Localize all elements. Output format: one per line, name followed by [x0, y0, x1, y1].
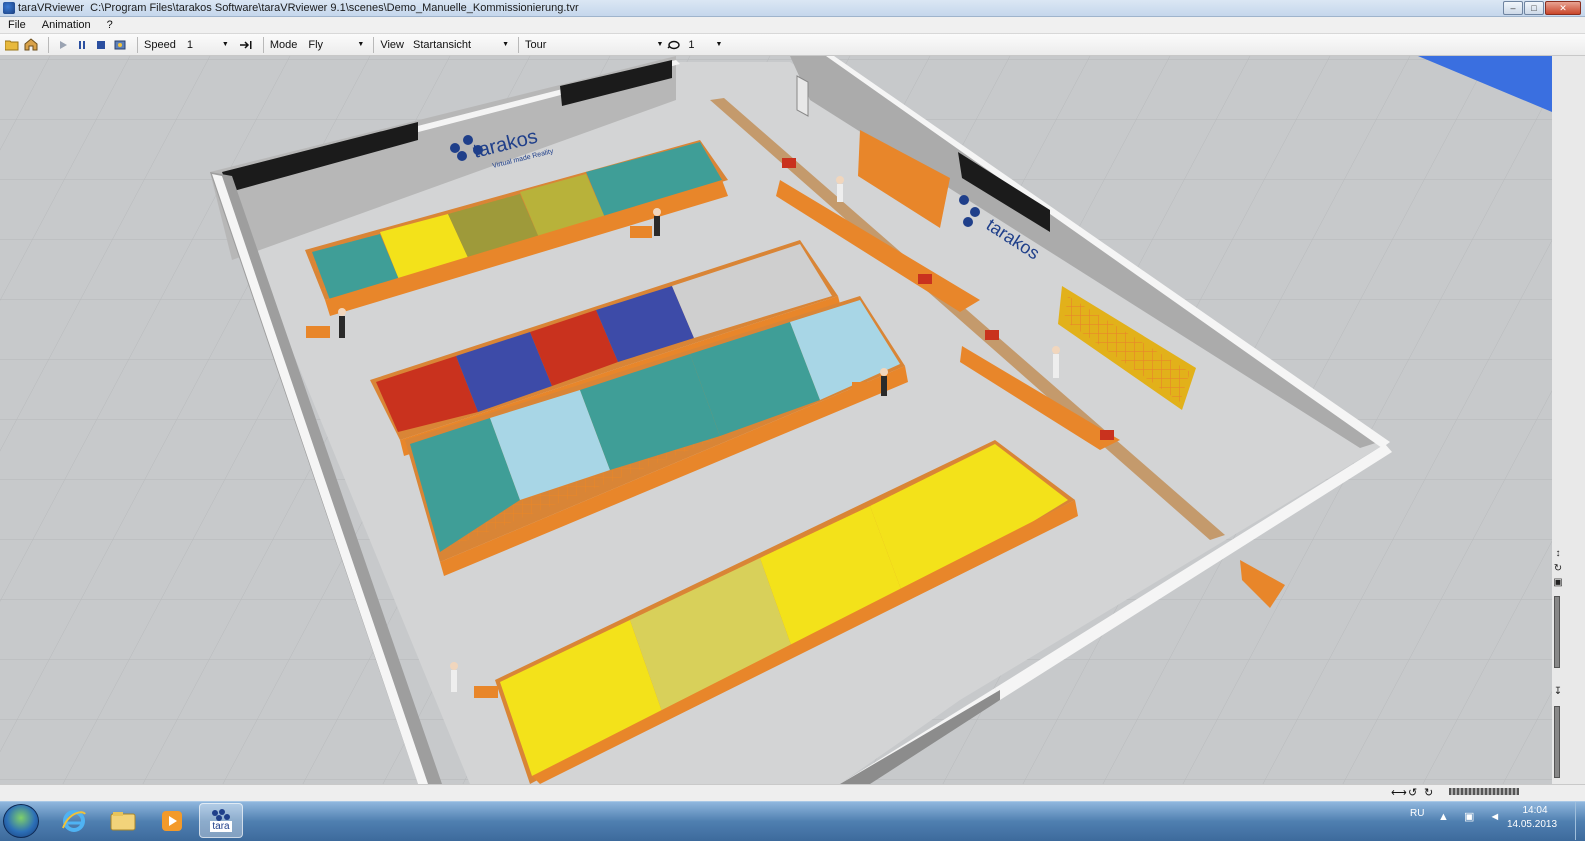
- chevron-down-icon: ▼: [715, 41, 723, 48]
- pick-cart: [630, 226, 652, 238]
- chevron-down-icon: ▼: [656, 41, 664, 48]
- mode-value: Fly: [308, 38, 324, 51]
- pick-cart: [306, 326, 330, 338]
- menu-animation[interactable]: Animation: [34, 19, 99, 31]
- tour-select[interactable]: ▼: [556, 37, 666, 53]
- jump-end-icon[interactable]: [238, 37, 254, 53]
- app-icon: [3, 2, 15, 14]
- vertical-move-icon[interactable]: ↕: [1553, 548, 1563, 559]
- worker: [450, 662, 458, 692]
- rotate-left-icon[interactable]: ↺: [1408, 786, 1417, 799]
- play-icon[interactable]: [55, 37, 71, 53]
- close-button[interactable]: ✕: [1545, 1, 1581, 15]
- speed-select[interactable]: 1 ▼: [184, 37, 232, 53]
- chevron-down-icon: ▼: [221, 41, 229, 48]
- height-slider[interactable]: [1554, 706, 1560, 778]
- tara-label: tara: [210, 821, 232, 832]
- toolbar-separator: [518, 36, 519, 53]
- tote: [918, 274, 932, 284]
- pause-icon[interactable]: [74, 37, 90, 53]
- tour-label: Tour: [525, 38, 547, 51]
- start-button[interactable]: [3, 804, 39, 838]
- height-icon[interactable]: ↧: [1553, 686, 1563, 697]
- toolbar-separator: [48, 36, 49, 53]
- toolbar-separator: [137, 36, 138, 53]
- tote: [1100, 430, 1114, 440]
- file-path: C:\Program Files\tarakos Software\taraVR…: [90, 2, 579, 14]
- home-icon[interactable]: [23, 37, 39, 53]
- view-label: View: [380, 38, 404, 51]
- pick-cart: [474, 686, 498, 698]
- record-icon[interactable]: [112, 37, 128, 53]
- pick-cart: [852, 382, 874, 394]
- toolbar-separator: [373, 36, 375, 53]
- tote: [985, 330, 999, 340]
- 3d-viewport[interactable]: tarakos Virtual made Reality tarakos: [0, 56, 1552, 784]
- window-title: taraVRviewer C:\Program Files\tarakos So…: [18, 2, 579, 14]
- chevron-down-icon: ▼: [502, 41, 509, 48]
- reset-view-icon[interactable]: ▣: [1553, 577, 1563, 588]
- open-folder-icon[interactable]: [4, 37, 20, 53]
- minimize-button[interactable]: –: [1503, 1, 1523, 15]
- tote: [782, 158, 796, 168]
- menu-bar: File Animation ?: [0, 17, 1585, 34]
- loop-select[interactable]: 1 ▼: [685, 37, 725, 53]
- toolbar-separator: [262, 36, 264, 53]
- worker: [338, 308, 346, 338]
- speed-value: 1: [186, 38, 193, 51]
- show-desktop-button[interactable]: [1575, 802, 1585, 840]
- mode-select[interactable]: Fly ▼: [305, 37, 367, 53]
- time-slider[interactable]: [1449, 788, 1519, 795]
- worker: [653, 208, 661, 236]
- explorer-icon[interactable]: [101, 803, 145, 838]
- loop-icon[interactable]: [666, 37, 682, 53]
- worker: [880, 368, 888, 396]
- menu-help[interactable]: ?: [99, 19, 121, 31]
- clock-time[interactable]: 14:04: [1510, 805, 1560, 816]
- zoom-slider[interactable]: [1554, 596, 1560, 668]
- tray-icons[interactable]: ▲ ▣ ◄: [1438, 810, 1506, 823]
- tara-app-icon[interactable]: tara: [199, 803, 243, 838]
- speed-label: Speed: [144, 38, 176, 51]
- maximize-button[interactable]: □: [1524, 1, 1544, 15]
- worker: [1052, 346, 1060, 378]
- toolbar: Speed 1 ▼ Mode Fly ▼ View Startansicht ▼ To…: [0, 34, 1585, 56]
- worker: [836, 176, 844, 202]
- rotate-icon[interactable]: ↻: [1553, 563, 1563, 574]
- stop-icon[interactable]: [93, 37, 109, 53]
- navigation-rail: [1552, 56, 1585, 784]
- title-bar: taraVRviewer C:\Program Files\tarakos So…: [0, 0, 1585, 17]
- view-select[interactable]: Startansicht ▼: [410, 37, 512, 53]
- navigate-icon[interactable]: ⟷: [1391, 786, 1407, 799]
- mode-label: Mode: [269, 38, 298, 51]
- warehouse-scene: tarakos Virtual made Reality tarakos: [0, 56, 1552, 784]
- language-indicator[interactable]: RU: [1410, 808, 1424, 819]
- ie-icon[interactable]: [52, 803, 96, 838]
- window-controls: – □ ✕: [1503, 1, 1581, 15]
- menu-file[interactable]: File: [0, 19, 34, 31]
- status-bar: [0, 784, 1585, 801]
- chevron-down-icon: ▼: [357, 41, 365, 48]
- app-name: taraVRviewer: [18, 2, 85, 14]
- media-player-icon[interactable]: [150, 803, 194, 838]
- rotate-right-icon[interactable]: ↻: [1424, 786, 1433, 799]
- loop-value: 1: [688, 38, 695, 51]
- view-value: Startansicht: [413, 38, 472, 51]
- clock-date[interactable]: 14.05.2013: [1502, 819, 1562, 830]
- door: [796, 75, 809, 117]
